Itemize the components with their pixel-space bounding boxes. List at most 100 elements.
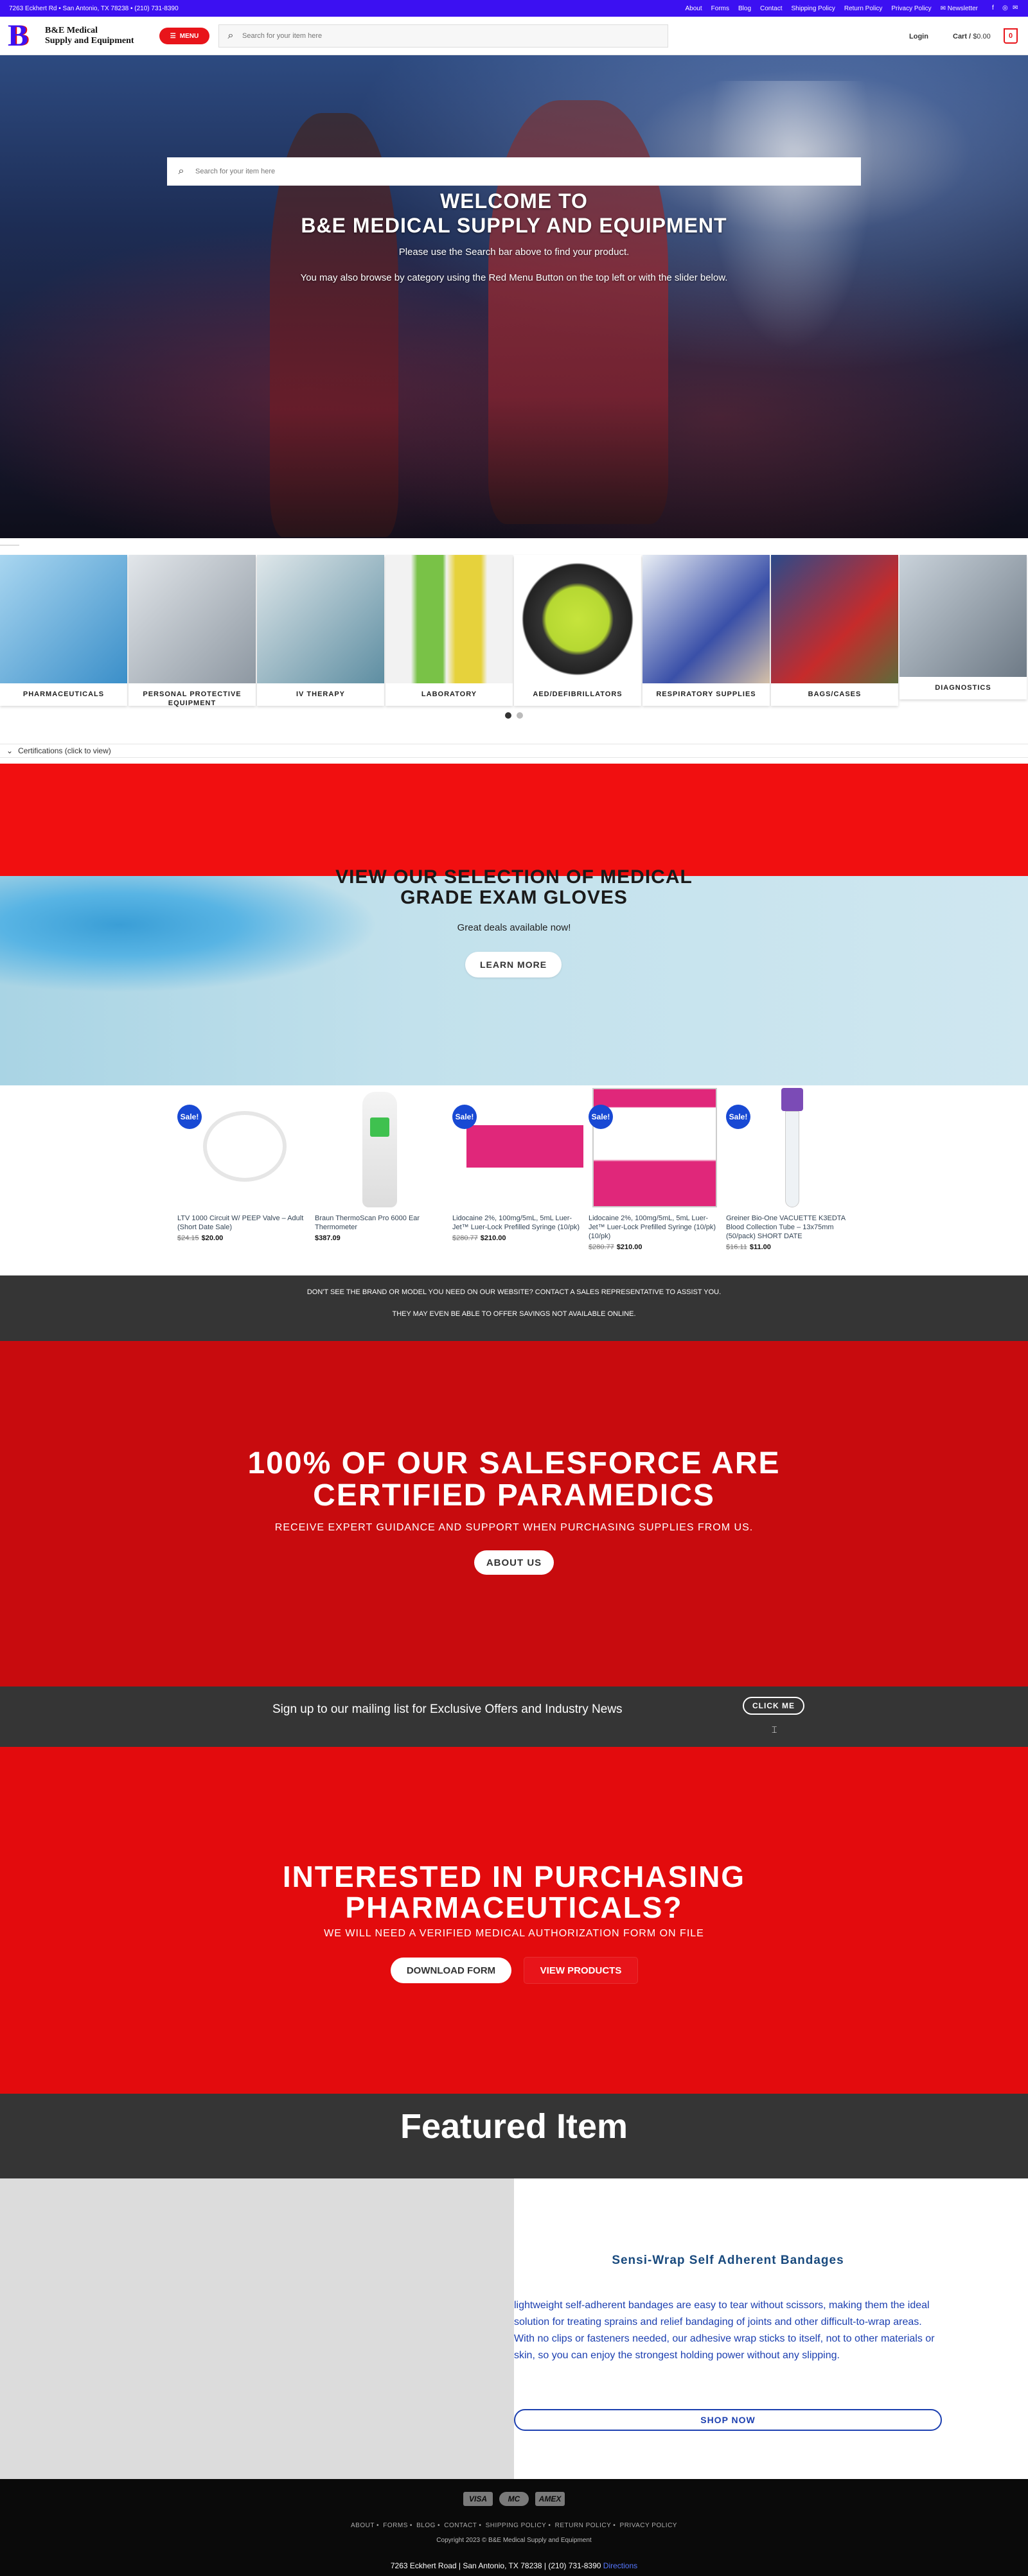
pharma-title-line1: INTERESTED IN PURCHASING — [282, 1860, 746, 1893]
search-icon[interactable]: ⌕ — [219, 30, 242, 42]
copyright: Copyright 2023 © B&E Medical Supply and … — [436, 2537, 592, 2544]
salesforce-title-line2: CERTIFIED PARAMEDICS — [313, 1478, 715, 1512]
syringe-box-image — [592, 1088, 717, 1207]
footer-link-blog[interactable]: BLOG — [416, 2522, 436, 2529]
product-name[interactable]: Lidocaine 2%, 100mg/5mL, 5mL Luer-Jet™ L… — [589, 1214, 722, 1241]
category-image — [128, 555, 256, 683]
header-search: ⌕ — [218, 24, 668, 48]
top-link-blog[interactable]: Blog — [738, 5, 751, 12]
slider-dot-active[interactable] — [505, 712, 511, 719]
product-card[interactable]: Sale! Lidocaine 2%, 100mg/5mL, 5mL Luer-… — [589, 1085, 722, 1251]
certifications-toggle[interactable]: ⌄ Certifications (click to view) — [0, 744, 1028, 758]
cart-count-badge[interactable]: 0 — [1004, 28, 1018, 44]
newsletter-link[interactable]: ✉ Newsletter — [941, 5, 978, 12]
contact-sales-line1: DON'T SEE THE BRAND OR MODEL YOU NEED ON… — [306, 1288, 722, 1296]
hero-subtitle-2: You may also browse by category using th… — [300, 272, 728, 283]
category-card-laboratory[interactable]: LABORATORY — [386, 555, 513, 706]
top-link-return[interactable]: Return Policy — [844, 5, 882, 12]
category-card-iv-therapy[interactable]: IV THERAPY — [257, 555, 384, 706]
hero-search-input[interactable] — [195, 157, 861, 186]
shop-now-button[interactable]: SHOP NOW — [514, 2409, 942, 2431]
gloves-title-line1: VIEW OUR SELECTION OF MEDICAL — [335, 866, 693, 888]
category-image — [771, 555, 898, 683]
mastercard-icon: MC — [499, 2492, 529, 2506]
mailing-list-banner — [0, 1687, 1028, 1747]
login-link[interactable]: Login — [909, 33, 928, 40]
category-card-respiratory[interactable]: RESPIRATORY SUPPLIES — [642, 555, 770, 706]
product-name[interactable]: LTV 1000 Circuit W/ PEEP Valve – Adult (… — [177, 1214, 311, 1232]
category-label: IV THERAPY — [296, 690, 345, 698]
footer-links: ABOUT • FORMS • BLOG • CONTACT • SHIPPING PO… — [351, 2522, 677, 2529]
menu-button[interactable]: ☰ MENU — [159, 28, 209, 44]
footer-link-contact[interactable]: CONTACT — [444, 2522, 477, 2529]
product-name[interactable]: Greiner Bio-One VACUETTE K3EDTA Blood Co… — [726, 1214, 860, 1241]
sale-badge: Sale! — [726, 1105, 750, 1129]
about-us-button[interactable]: ABOUT US — [474, 1550, 554, 1575]
category-label: DIAGNOSTICS — [935, 684, 991, 692]
top-link-about[interactable]: About — [686, 5, 702, 12]
divider — [0, 545, 19, 546]
view-products-button[interactable]: VIEW PRODUCTS — [524, 1958, 637, 1983]
mailing-signup-button[interactable]: CLICK ME — [743, 1697, 804, 1715]
featured-product-name[interactable]: Sensi-Wrap Self Adherent Bandages — [514, 2254, 942, 2268]
product-name[interactable]: Braun ThermoScan Pro 6000 Ear Thermomete… — [315, 1214, 448, 1232]
top-link-contact[interactable]: Contact — [760, 5, 782, 12]
product-price: $24.15 $20.00 — [177, 1234, 311, 1242]
logo-line1: B&E Medical — [45, 26, 98, 35]
email-icon[interactable]: ✉ — [1013, 5, 1019, 12]
cart-link[interactable]: Cart / $0.00 — [953, 33, 991, 40]
top-link-shipping[interactable]: Shipping Policy — [791, 5, 835, 12]
red-banner — [0, 764, 1028, 876]
hero-title: WELCOME TO B&E MEDICAL SUPPLY AND EQUIPM… — [193, 189, 835, 238]
top-links: About Forms Blog Contact Shipping Policy… — [686, 5, 1019, 12]
footer-address-text: 7263 Eckhert Road | San Antonio, TX 7823… — [390, 2561, 601, 2570]
footer-link-forms[interactable]: FORMS — [383, 2522, 408, 2529]
site-header: B B&E Medical Supply and Equipment ☰ MEN… — [0, 17, 1028, 55]
category-card-diagnostics[interactable]: DIAGNOSTICS — [900, 555, 1027, 699]
logo-mark: B — [8, 19, 29, 53]
category-label: AED/DEFIBRILLATORS — [533, 690, 623, 698]
footer-link-shipping[interactable]: SHIPPING POLICY — [486, 2522, 547, 2529]
category-card-ppe[interactable]: PERSONAL PROTECTIVE EQUIPMENT — [128, 555, 256, 707]
footer-link-return[interactable]: RETURN POLICY — [555, 2522, 612, 2529]
download-form-button[interactable]: DOWNLOAD FORM — [391, 1958, 511, 1983]
product-card[interactable]: Braun ThermoScan Pro 6000 Ear Thermomete… — [315, 1085, 448, 1242]
category-image — [386, 555, 513, 683]
product-card[interactable]: Sale! Greiner Bio-One VACUETTE K3EDTA Bl… — [726, 1085, 860, 1251]
gloves-title: VIEW OUR SELECTION OF MEDICAL GRADE EXAM… — [257, 867, 771, 908]
contact-sales-line2: THEY MAY EVEN BE ABLE TO OFFER SAVINGS N… — [392, 1310, 636, 1318]
product-name[interactable]: Lidocaine 2%, 100mg/5mL, 5mL Luer-Jet™ L… — [452, 1214, 586, 1232]
category-card-aed[interactable]: AED/DEFIBRILLATORS — [514, 555, 641, 706]
hero-title-line1: WELCOME TO — [440, 189, 588, 213]
mailing-list-text: Sign up to our mailing list for Exclusiv… — [272, 1703, 623, 1716]
footer-link-about[interactable]: ABOUT — [351, 2522, 375, 2529]
amex-icon: AMEX — [535, 2492, 565, 2506]
product-card[interactable]: Sale! Lidocaine 2%, 100mg/5mL, 5mL Luer-… — [452, 1085, 586, 1242]
product-card[interactable]: Sale! LTV 1000 Circuit W/ PEEP Valve – A… — [177, 1085, 311, 1242]
slider-dot[interactable] — [517, 712, 523, 719]
instagram-icon[interactable]: ◎ — [1002, 5, 1009, 12]
site-logo[interactable]: B B&E Medical Supply and Equipment — [8, 21, 149, 51]
circuit-tube-image — [203, 1111, 287, 1182]
tube-body-image — [785, 1111, 799, 1207]
hero-search: ⌕ — [167, 157, 861, 186]
learn-more-button[interactable]: LEARN MORE — [465, 952, 562, 977]
category-card-bags[interactable]: BAGS/CASES — [771, 555, 898, 706]
top-link-forms[interactable]: Forms — [711, 5, 729, 12]
gloves-subtitle: Great deals available now! — [457, 922, 571, 933]
cart-amount: $0.00 — [973, 33, 991, 40]
logo-text: B&E Medical Supply and Equipment — [45, 26, 134, 46]
pharma-title-line2: PHARMACEUTICALS? — [345, 1891, 683, 1924]
footer-link-privacy[interactable]: PRIVACY POLICY — [620, 2522, 677, 2529]
directions-link[interactable]: Directions — [603, 2561, 637, 2570]
social-icons: f ◎ ✉ — [992, 5, 1019, 12]
sale-badge: Sale! — [589, 1105, 613, 1129]
header-search-input[interactable] — [242, 25, 668, 47]
category-card-pharmaceuticals[interactable]: PHARMACEUTICALS — [0, 555, 127, 706]
old-price: $280.77 — [452, 1234, 478, 1242]
category-slider: PHARMACEUTICALS PERSONAL PROTECTIVE EQUI… — [0, 555, 1028, 719]
hero-search-icon[interactable]: ⌕ — [167, 166, 195, 177]
facebook-icon[interactable]: f — [992, 5, 998, 12]
top-link-privacy[interactable]: Privacy Policy — [891, 5, 931, 12]
salesforce-title: 100% OF OUR SALESFORCE ARE CERTIFIED PAR… — [193, 1448, 835, 1512]
